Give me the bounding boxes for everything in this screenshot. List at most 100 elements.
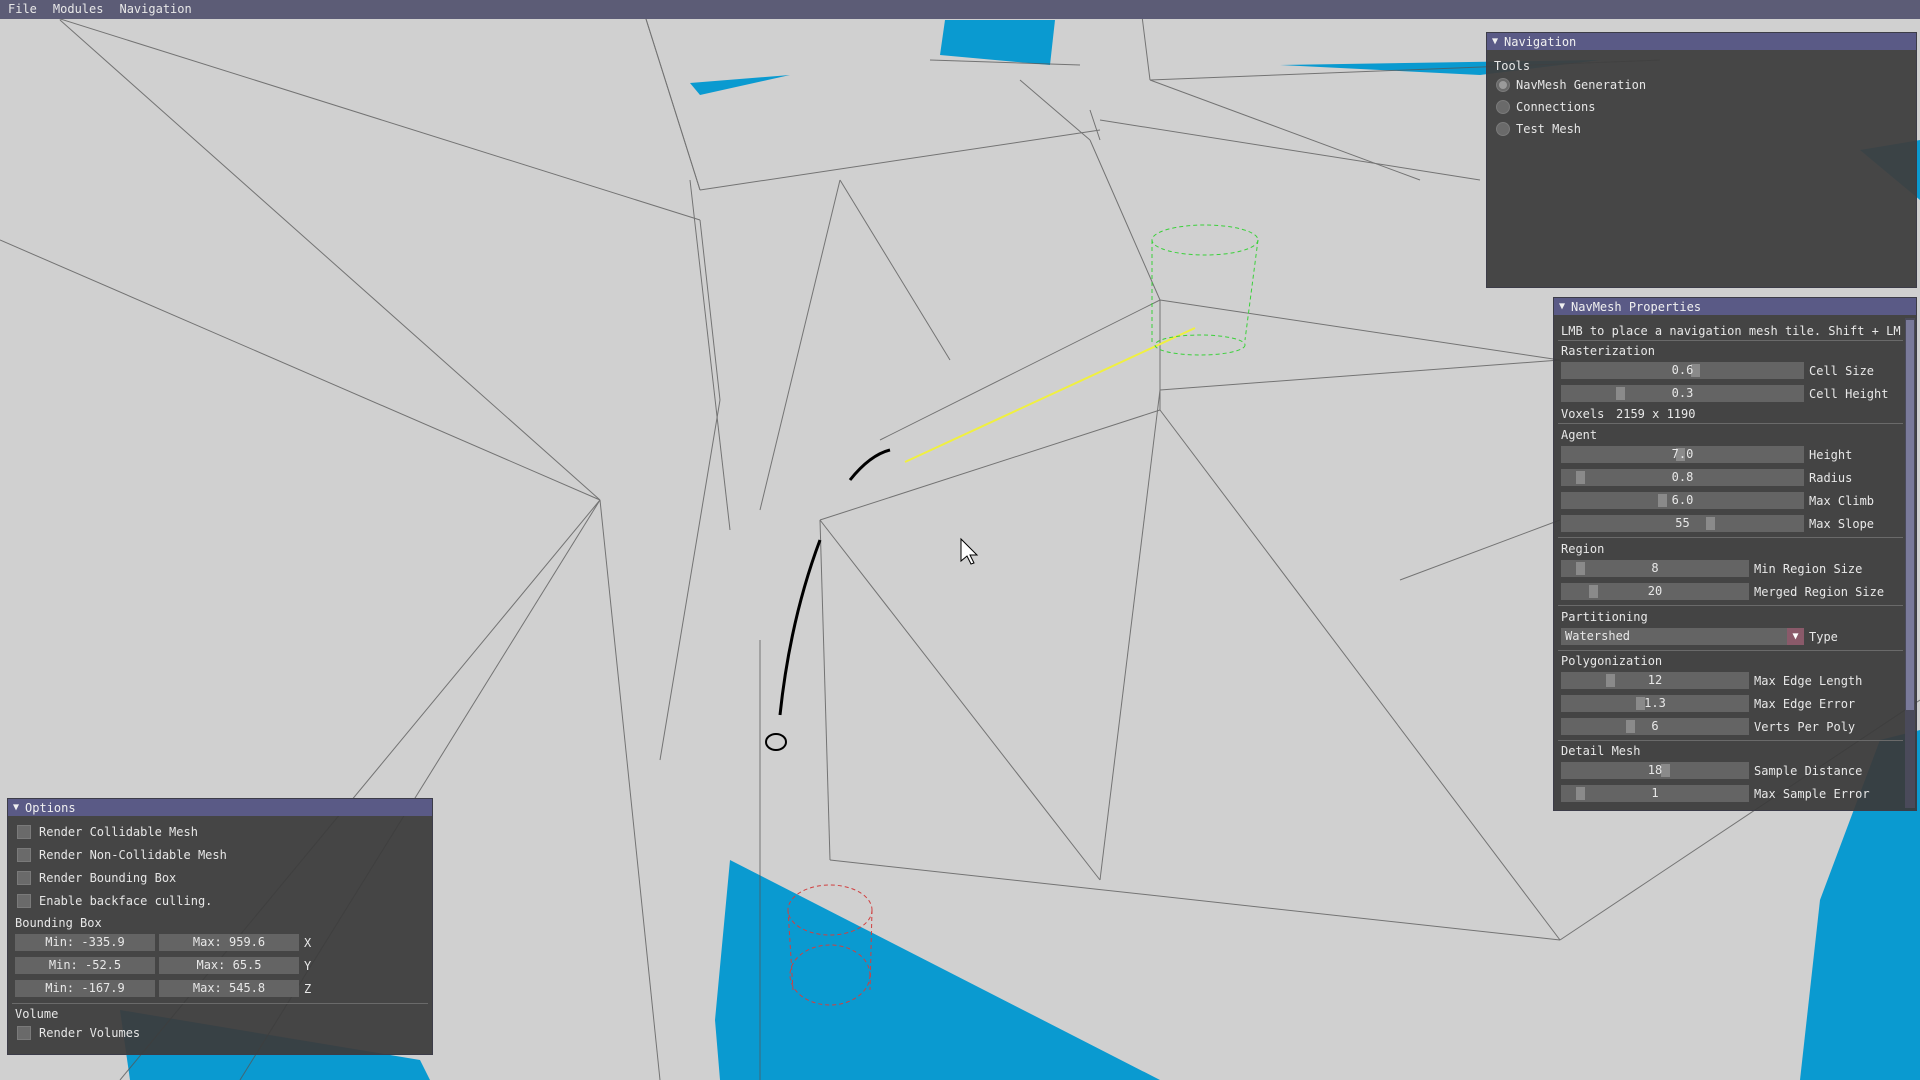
- merged-region-size-slider[interactable]: 20: [1561, 583, 1749, 600]
- navigation-window: ▼ Navigation Tools NavMesh Generation Co…: [1486, 32, 1917, 288]
- separator: [12, 1003, 428, 1004]
- backface-culling-checkbox[interactable]: Enable backface culling.: [17, 894, 212, 908]
- bbox-x-min-field[interactable]: Min: -335.9: [15, 934, 155, 951]
- render-volumes-checkbox[interactable]: Render Volumes: [17, 1026, 140, 1040]
- min-region-size-value: 8: [1651, 561, 1659, 575]
- max-climb-label: Max Climb: [1809, 494, 1875, 508]
- max-slope-label: Max Slope: [1809, 517, 1875, 531]
- menu-modules[interactable]: Modules: [45, 0, 112, 19]
- cell-height-slider[interactable]: 0.3: [1561, 385, 1804, 402]
- options-window-title: Options: [25, 800, 76, 815]
- max-edge-error-slider[interactable]: 1.3: [1561, 695, 1749, 712]
- checkbox-icon[interactable]: [17, 848, 31, 862]
- radio-selected-icon[interactable]: [1496, 78, 1510, 92]
- agent-radius-value: 0.8: [1671, 470, 1694, 484]
- navigation-window-titlebar[interactable]: ▼ Navigation: [1487, 33, 1916, 50]
- rasterization-label: Rasterization: [1561, 344, 1655, 358]
- bbox-x-max-field[interactable]: Max: 959.6: [159, 934, 299, 951]
- tool-radio-connections[interactable]: Connections: [1496, 100, 1595, 114]
- bbox-y-max-field[interactable]: Max: 65.5: [159, 957, 299, 974]
- separator: [1558, 340, 1903, 341]
- checkbox-icon[interactable]: [17, 1026, 31, 1040]
- cell-height-label: Cell Height: [1809, 387, 1889, 401]
- checkbox-label: Render Volumes: [39, 1026, 141, 1040]
- separator: [1558, 650, 1903, 651]
- merged-region-size-value: 20: [1647, 584, 1663, 598]
- min-region-size-slider[interactable]: 8: [1561, 560, 1749, 577]
- max-edge-length-value: 12: [1647, 673, 1663, 687]
- hint-text: LMB to place a navigation mesh tile. Shi…: [1561, 324, 1901, 338]
- checkbox-icon[interactable]: [17, 825, 31, 839]
- bbox-z-max-field[interactable]: Max: 545.8: [159, 980, 299, 997]
- tool-radio-test-mesh[interactable]: Test Mesh: [1496, 122, 1581, 136]
- checkbox-icon[interactable]: [17, 871, 31, 885]
- render-bounding-box-checkbox[interactable]: Render Bounding Box: [17, 871, 176, 885]
- bbox-x-axis-label: X: [304, 936, 312, 950]
- max-sample-error-slider[interactable]: 1: [1561, 785, 1749, 802]
- min-region-size-label: Min Region Size: [1754, 562, 1863, 576]
- cell-size-value: 0.6: [1671, 363, 1694, 377]
- menu-navigation[interactable]: Navigation: [111, 0, 199, 19]
- checkbox-label: Render Bounding Box: [39, 871, 177, 885]
- scrollbar-thumb[interactable]: [1906, 320, 1914, 710]
- options-window: ▼ Options Render Collidable Mesh Render …: [7, 798, 433, 1055]
- bbox-y-axis-label: Y: [304, 959, 312, 973]
- agent-height-value: 7.0: [1671, 447, 1694, 461]
- max-climb-value: 6.0: [1671, 493, 1694, 507]
- checkbox-label: Enable backface culling.: [39, 894, 213, 908]
- bbox-y-min-field[interactable]: Min: -52.5: [15, 957, 155, 974]
- max-climb-slider[interactable]: 6.0: [1561, 492, 1804, 509]
- collapse-triangle-icon[interactable]: ▼: [1492, 36, 1498, 47]
- bbox-z-axis-label: Z: [304, 982, 312, 996]
- render-non-collidable-mesh-checkbox[interactable]: Render Non-Collidable Mesh: [17, 848, 227, 862]
- partition-type-dropdown[interactable]: Watershed ▼: [1561, 628, 1804, 645]
- menu-file[interactable]: File: [0, 0, 45, 19]
- bbox-z-min-field[interactable]: Min: -167.9: [15, 980, 155, 997]
- agent-label: Agent: [1561, 428, 1598, 442]
- navmesh-properties-title: NavMesh Properties: [1571, 299, 1702, 314]
- max-edge-error-label: Max Edge Error: [1754, 697, 1856, 711]
- checkbox-label: Render Collidable Mesh: [39, 825, 198, 839]
- partition-type-value: Watershed: [1565, 629, 1631, 643]
- tool-radio-navmesh-generation[interactable]: NavMesh Generation: [1496, 78, 1646, 92]
- max-slope-slider[interactable]: 55: [1561, 515, 1804, 532]
- render-collidable-mesh-checkbox[interactable]: Render Collidable Mesh: [17, 825, 198, 839]
- max-edge-error-value: 1.3: [1644, 696, 1666, 710]
- max-edge-length-slider[interactable]: 12: [1561, 672, 1749, 689]
- verts-per-poly-slider[interactable]: 6: [1561, 718, 1749, 735]
- partitioning-label: Partitioning: [1561, 610, 1648, 624]
- cell-height-value: 0.3: [1671, 386, 1694, 400]
- partition-type-label: Type: [1809, 630, 1838, 644]
- tool-label: Test Mesh: [1516, 122, 1582, 136]
- options-window-titlebar[interactable]: ▼ Options: [8, 799, 432, 816]
- radio-icon[interactable]: [1496, 100, 1510, 114]
- radio-icon[interactable]: [1496, 122, 1510, 136]
- agent-radius-label: Radius: [1809, 471, 1853, 485]
- max-sample-error-value: 1: [1651, 786, 1659, 800]
- tool-label: NavMesh Generation: [1516, 78, 1647, 92]
- sample-distance-value: 18: [1647, 763, 1663, 777]
- agent-radius-slider[interactable]: 0.8: [1561, 469, 1804, 486]
- region-label: Region: [1561, 542, 1605, 556]
- voxels-value: 2159 x 1190: [1616, 407, 1696, 421]
- merged-region-size-label: Merged Region Size: [1754, 585, 1885, 599]
- cell-size-label: Cell Size: [1809, 364, 1875, 378]
- collapse-triangle-icon[interactable]: ▼: [13, 802, 19, 813]
- dropdown-arrow-icon[interactable]: ▼: [1787, 628, 1804, 645]
- collapse-triangle-icon[interactable]: ▼: [1559, 301, 1565, 312]
- menu-bar: File Modules Navigation: [0, 0, 1920, 19]
- cell-size-slider[interactable]: 0.6: [1561, 362, 1804, 379]
- bounding-box-label: Bounding Box: [15, 916, 102, 930]
- navmesh-properties-window: ▼ NavMesh Properties LMB to place a navi…: [1553, 297, 1917, 811]
- max-edge-length-label: Max Edge Length: [1754, 674, 1863, 688]
- sample-distance-slider[interactable]: 18: [1561, 762, 1749, 779]
- checkbox-icon[interactable]: [17, 894, 31, 908]
- scrollbar[interactable]: [1905, 318, 1915, 808]
- agent-height-slider[interactable]: 7.0: [1561, 446, 1804, 463]
- tool-label: Connections: [1516, 100, 1596, 114]
- separator: [1558, 423, 1903, 424]
- volume-label: Volume: [15, 1007, 59, 1021]
- agent-height-label: Height: [1809, 448, 1853, 462]
- navmesh-properties-titlebar[interactable]: ▼ NavMesh Properties: [1554, 298, 1916, 315]
- max-sample-error-label: Max Sample Error: [1754, 787, 1870, 801]
